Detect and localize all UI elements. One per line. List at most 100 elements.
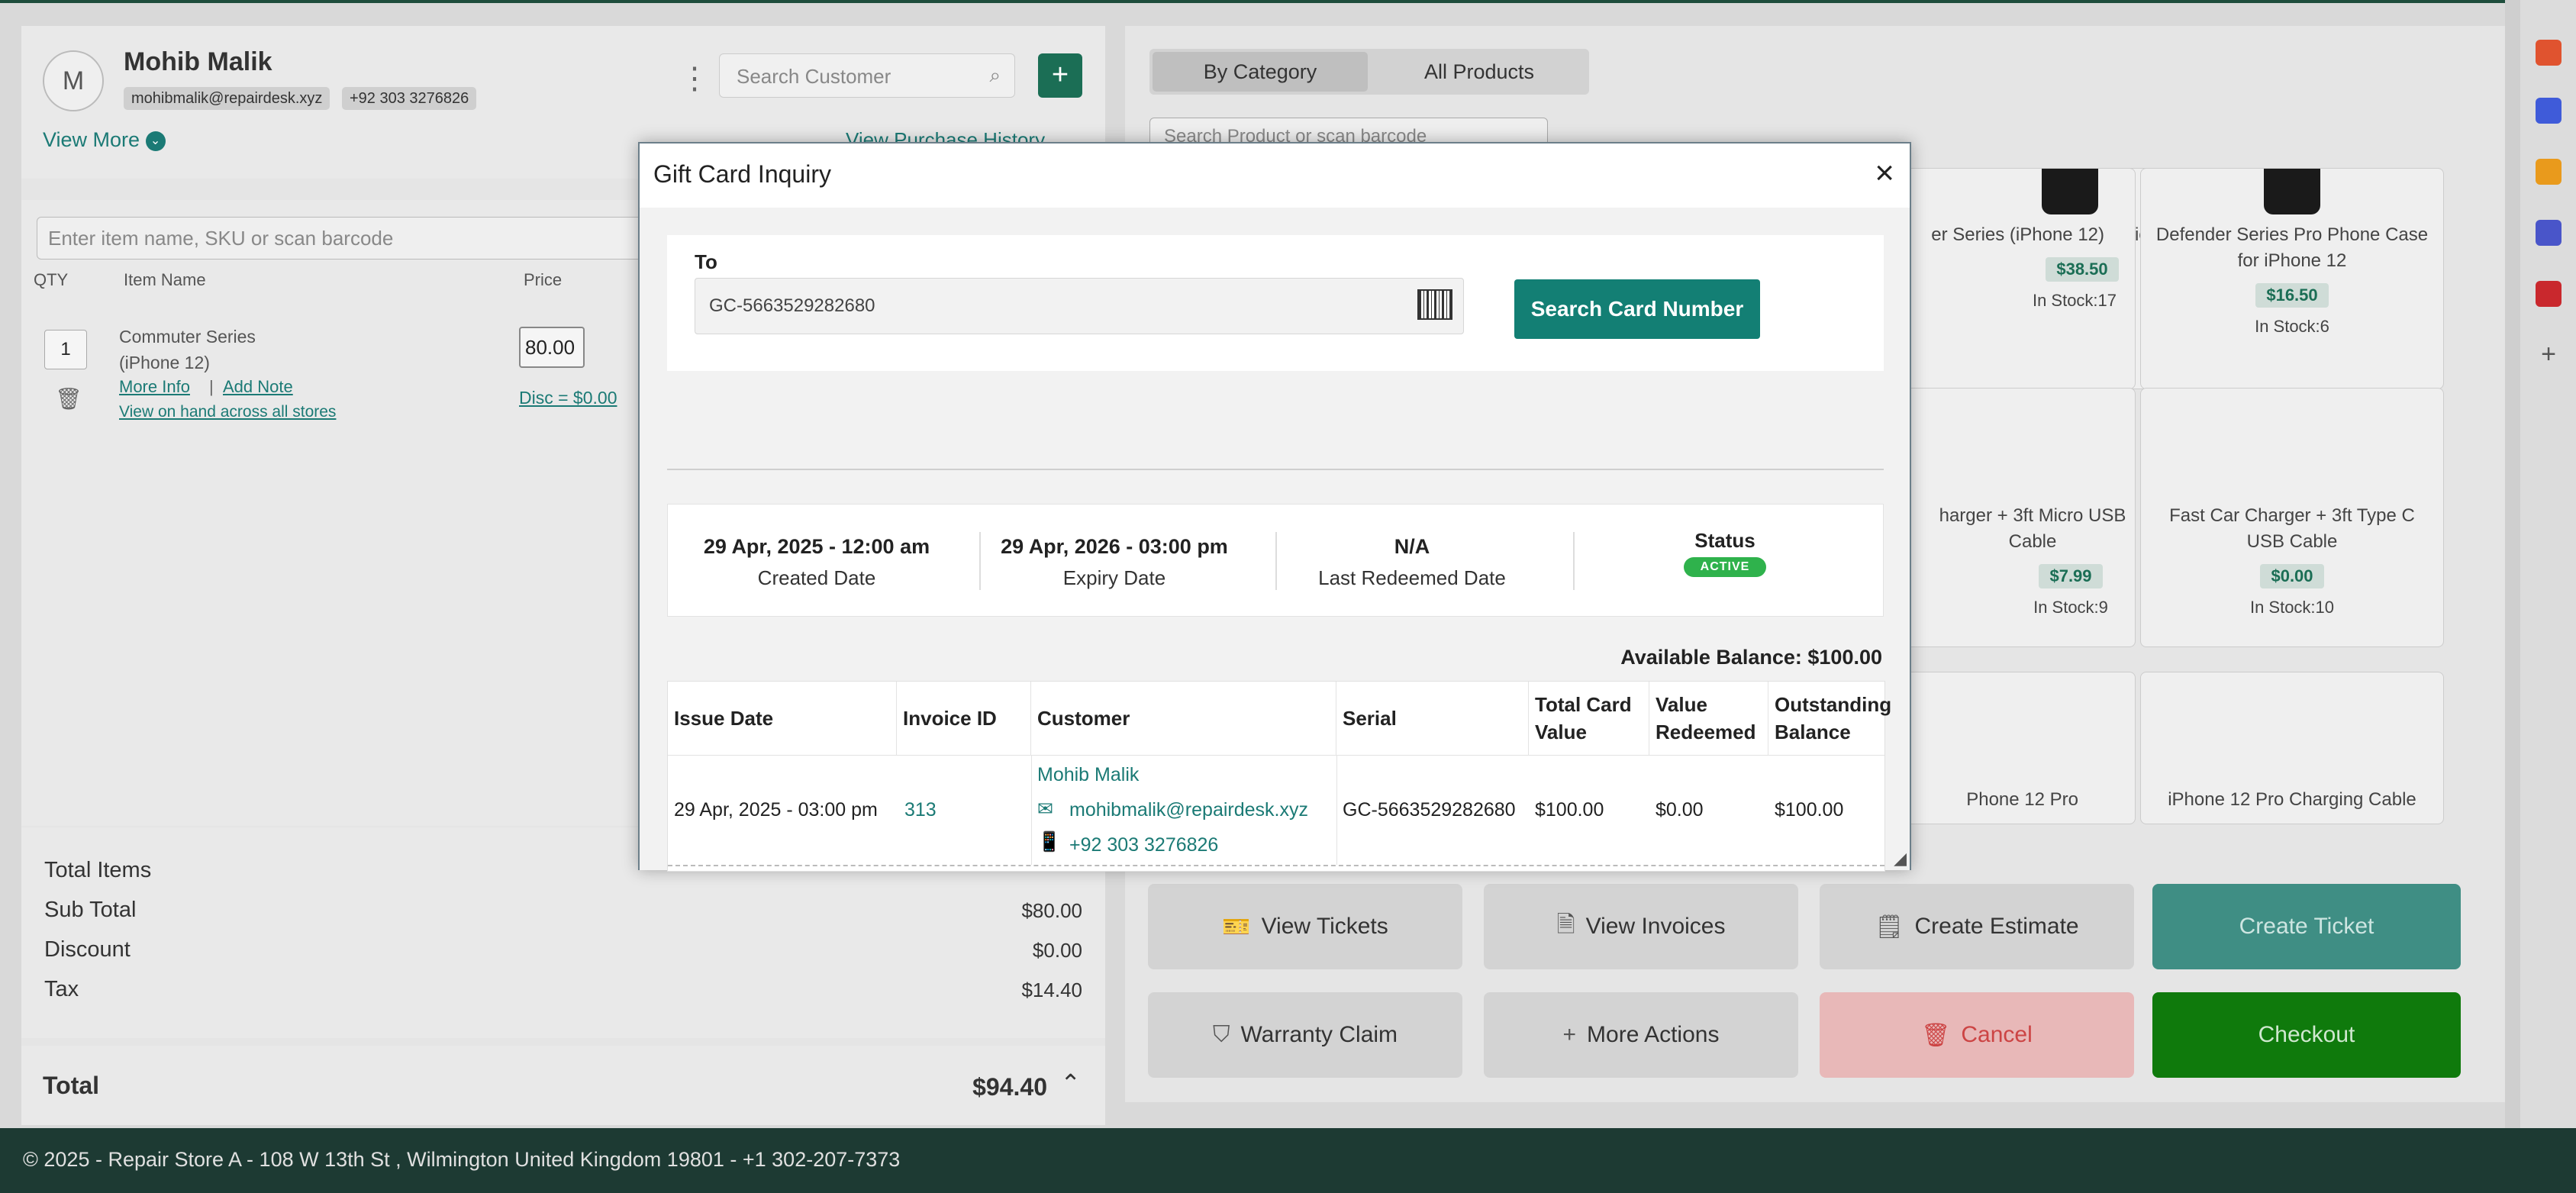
product-title: Defender Series Pro Phone Case for iPhon…	[2155, 224, 2429, 271]
add-icon[interactable]: +	[2536, 341, 2561, 368]
product-card[interactable]: Fast Car Charger + 3ft Type C USB Cable …	[2140, 388, 2444, 647]
invoice-id-link[interactable]: 313	[904, 799, 937, 821]
row-divider	[668, 755, 1884, 756]
view-tickets-button[interactable]: 🎫 View Tickets	[1148, 884, 1462, 969]
close-icon[interactable]: ×	[1875, 154, 1894, 192]
item-search-input[interactable]: Enter item name, SKU or scan barcode	[37, 217, 663, 260]
view-on-hand-link[interactable]: View on hand across all stores	[119, 403, 336, 421]
created-date-block: 29 Apr, 2025 - 12:00 am Created Date	[668, 535, 966, 590]
customer-email-link[interactable]: mohibmalik@repairdesk.xyz	[1069, 799, 1308, 821]
product-stock: In Stock:9	[2033, 598, 2108, 617]
tax-value: $14.40	[1021, 979, 1082, 1001]
product-stock: In Stock:17	[2032, 291, 2117, 310]
value-redeemed-cell: $0.00	[1656, 799, 1704, 821]
phone-icon: 📱	[1037, 831, 1062, 853]
product-card[interactable]: Defender Series Pro Phone Case for iPhon…	[2140, 168, 2444, 389]
warranty-claim-button[interactable]: ⛉ Warranty Claim	[1148, 992, 1462, 1078]
checkout-button[interactable]: Checkout	[2152, 992, 2461, 1078]
product-price: $38.50	[2046, 257, 2119, 282]
product-title: harger + 3ft Micro USB Cable	[1939, 505, 2126, 552]
mail-icon: ✉	[1037, 798, 1053, 820]
discount-link[interactable]: Disc = $0.00	[519, 388, 617, 408]
total-items-label: Total Items	[44, 858, 152, 882]
warranty-claim-label: Warranty Claim	[1240, 1022, 1398, 1047]
product-tabs: By Category All Products	[1149, 49, 1589, 95]
more-actions-label: More Actions	[1587, 1022, 1720, 1047]
discount-value: $0.00	[1032, 939, 1082, 962]
chevron-down-icon: ⌄	[145, 131, 166, 151]
view-invoices-button[interactable]: 🗎 View Invoices	[1484, 884, 1798, 969]
search-customer-placeholder: Search Customer	[737, 65, 891, 88]
total-value: $94.40	[972, 1073, 1047, 1101]
price-input[interactable]: 80.00	[519, 327, 585, 368]
scrollbar[interactable]	[2505, 0, 2520, 1128]
store-icon[interactable]	[2536, 40, 2561, 66]
customer-phone-link[interactable]: +92 303 3276826	[1069, 834, 1218, 856]
gift-card-history-table: Issue Date Invoice ID Customer Serial To…	[667, 681, 1891, 872]
customer-phone-chip: +92 303 3276826	[342, 87, 477, 110]
create-ticket-button[interactable]: Create Ticket	[2152, 884, 2461, 969]
media-icon[interactable]	[2536, 281, 2561, 307]
status-label: Status	[1694, 529, 1755, 552]
product-image	[2264, 169, 2320, 214]
tab-by-category[interactable]: By Category	[1153, 52, 1368, 92]
column-header-qty: QTY	[34, 270, 69, 289]
kebab-menu-icon[interactable]: ⋮	[679, 61, 710, 96]
more-actions-button[interactable]: + More Actions	[1484, 992, 1798, 1078]
outstanding-balance-cell: $100.00	[1775, 799, 1844, 821]
status-badge: ACTIVE	[1683, 557, 1767, 577]
add-note-link[interactable]: Add Note	[223, 377, 293, 397]
product-card[interactable]: Phone 12 Pro	[1891, 672, 2136, 824]
quantity-input[interactable]: 1	[44, 330, 87, 369]
gift-card-inquiry-modal: Gift Card Inquiry × To GC-5663529282680 …	[638, 142, 1911, 872]
modal-title: Gift Card Inquiry	[653, 160, 831, 188]
notes-icon[interactable]	[2536, 159, 2561, 185]
card-number-input[interactable]: GC-5663529282680	[695, 278, 1464, 334]
column-header: Issue Date	[668, 682, 897, 755]
product-card[interactable]: iPhone 12 Pro Charging Cable	[2140, 672, 2444, 824]
create-estimate-button[interactable]: 🗒 Create Estimate	[1820, 884, 2134, 969]
customer-name-link[interactable]: Mohib Malik	[1037, 764, 1139, 786]
product-title: Fast Car Charger + 3ft Type C USB Cable	[2169, 505, 2415, 552]
estimate-icon: 🗒	[1875, 914, 1904, 940]
column-header-item-name: Item Name	[124, 270, 206, 289]
chevron-up-icon[interactable]: ⌃	[1060, 1069, 1081, 1098]
product-card[interactable]: harger + 3ft Micro USB Cable $7.99 In St…	[1891, 388, 2136, 647]
resize-handle-icon[interactable]: ◢	[1894, 849, 1907, 869]
search-card-number-button[interactable]: Search Card Number	[1514, 279, 1760, 339]
trash-icon[interactable]: 🗑	[55, 386, 82, 411]
product-title: Phone 12 Pro	[1966, 789, 2078, 810]
customer-name: Mohib Malik	[124, 47, 272, 76]
expiry-date: 29 Apr, 2026 - 03:00 pm	[1001, 535, 1228, 558]
created-date-label: Created Date	[757, 566, 876, 589]
search-icon: ⌕	[989, 63, 1001, 86]
product-price: $7.99	[2039, 564, 2103, 588]
grand-total-card: Total $94.40 ⌃	[21, 1046, 1105, 1125]
search-customer-input[interactable]: Search Customer ⌕	[719, 53, 1015, 98]
serial-cell: GC-5663529282680	[1343, 799, 1516, 821]
cancel-label: Cancel	[1961, 1022, 2033, 1047]
chat-icon[interactable]	[2536, 98, 2561, 124]
total-label: Total	[43, 1072, 100, 1099]
card-search-section: To GC-5663529282680 Search Card Number	[667, 235, 1884, 371]
view-more-link[interactable]: View More ⌄	[43, 128, 166, 152]
column-header: Total Card Value	[1529, 682, 1649, 755]
product-price: $16.50	[2255, 283, 2329, 308]
created-date: 29 Apr, 2025 - 12:00 am	[703, 535, 930, 558]
puzzle-icon[interactable]	[2536, 220, 2561, 246]
discount-label: Discount	[44, 937, 131, 962]
column-header: Invoice ID	[897, 682, 1031, 755]
more-info-link[interactable]: More Info	[119, 377, 190, 397]
tab-all-products[interactable]: All Products	[1372, 52, 1586, 92]
add-customer-button[interactable]: +	[1038, 53, 1082, 98]
sub-total-value: $80.00	[1021, 899, 1082, 922]
plus-icon: +	[1562, 1022, 1577, 1047]
cancel-button[interactable]: 🗑 Cancel	[1820, 992, 2134, 1078]
row-divider	[668, 865, 1884, 866]
product-card[interactable]: er Series (iPhone 12) $38.50 In Stock:17	[1891, 168, 2136, 389]
product-price: $0.00	[2260, 564, 2324, 588]
status-block: Status ACTIVE	[1576, 529, 1874, 577]
view-more-label: View More	[43, 128, 140, 151]
barcode-icon[interactable]	[1417, 289, 1452, 320]
available-balance: Available Balance: $100.00	[1620, 646, 1882, 669]
